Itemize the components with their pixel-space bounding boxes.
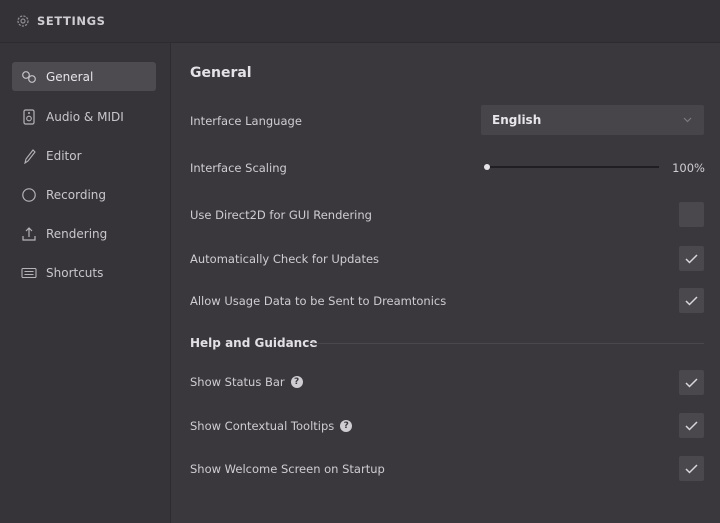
- help-guidance-heading: Help and Guidance: [190, 336, 318, 350]
- sidebar-item-label: Recording: [46, 187, 107, 202]
- status-bar-checkbox[interactable]: [679, 370, 704, 395]
- usage-data-checkbox[interactable]: [679, 288, 704, 313]
- window-title: SETTINGS: [37, 14, 106, 28]
- rendering-icon: [21, 226, 37, 242]
- section-divider: [308, 343, 704, 344]
- sidebar-item-label: Editor: [46, 148, 82, 163]
- audio-midi-icon: [21, 108, 37, 125]
- interface-scaling-label: Interface Scaling: [190, 161, 287, 175]
- interface-scaling-slider[interactable]: [483, 160, 659, 174]
- direct2d-checkbox[interactable]: [679, 202, 704, 227]
- interface-scaling-value: 100%: [672, 161, 705, 175]
- checkmark-icon: [685, 295, 698, 306]
- keyboard-icon: [21, 265, 37, 281]
- checkmark-icon: [685, 420, 698, 431]
- checkmark-icon: [685, 463, 698, 474]
- checkmark-icon: [685, 253, 698, 264]
- title-bar: SETTINGS: [0, 0, 720, 43]
- slider-track: [489, 166, 659, 168]
- auto-update-checkbox[interactable]: [679, 246, 704, 271]
- sidebar-item-general[interactable]: General: [12, 62, 156, 91]
- sidebar-item-rendering[interactable]: Rendering: [12, 219, 156, 248]
- gear-icon: [16, 14, 30, 28]
- editor-icon: [21, 148, 37, 164]
- tooltips-checkbox[interactable]: [679, 413, 704, 438]
- auto-update-label: Automatically Check for Updates: [190, 252, 380, 266]
- checkmark-icon: [685, 377, 698, 388]
- sidebar-item-label: Shortcuts: [46, 265, 104, 280]
- help-icon[interactable]: ?: [290, 376, 303, 388]
- sidebar-item-label: General: [46, 69, 94, 84]
- sidebar-item-editor[interactable]: Editor: [12, 141, 156, 170]
- help-icon[interactable]: ?: [340, 420, 353, 432]
- interface-language-dropdown[interactable]: English: [481, 105, 704, 135]
- sidebar-item-label: Rendering: [46, 226, 108, 241]
- settings-panel: General Interface Language English Inter…: [171, 43, 720, 523]
- interface-language-label: Interface Language: [190, 114, 302, 128]
- status-bar-row: Show Status Bar ?: [190, 375, 303, 389]
- chevron-down-icon: [683, 117, 692, 123]
- welcome-screen-checkbox[interactable]: [679, 456, 704, 481]
- welcome-screen-label: Show Welcome Screen on Startup: [190, 462, 385, 476]
- status-bar-label: Show Status Bar: [190, 375, 285, 389]
- direct2d-label: Use Direct2D for GUI Rendering: [190, 208, 372, 222]
- recording-icon: [21, 187, 37, 203]
- sidebar-item-shortcuts[interactable]: Shortcuts: [12, 258, 156, 287]
- tooltips-row: Show Contextual Tooltips ?: [190, 419, 353, 433]
- section-title: General: [190, 65, 252, 81]
- usage-data-label: Allow Usage Data to be Sent to Dreamtoni…: [190, 294, 447, 308]
- dropdown-value: English: [492, 113, 542, 127]
- sidebar: General Audio & MIDI Editor Recording Re…: [0, 43, 171, 523]
- tooltips-label: Show Contextual Tooltips: [190, 419, 335, 433]
- general-icon: [21, 69, 37, 85]
- sidebar-item-label: Audio & MIDI: [46, 109, 124, 124]
- sidebar-item-audio-midi[interactable]: Audio & MIDI: [12, 102, 156, 131]
- sidebar-item-recording[interactable]: Recording: [12, 180, 156, 209]
- slider-thumb[interactable]: [484, 164, 490, 170]
